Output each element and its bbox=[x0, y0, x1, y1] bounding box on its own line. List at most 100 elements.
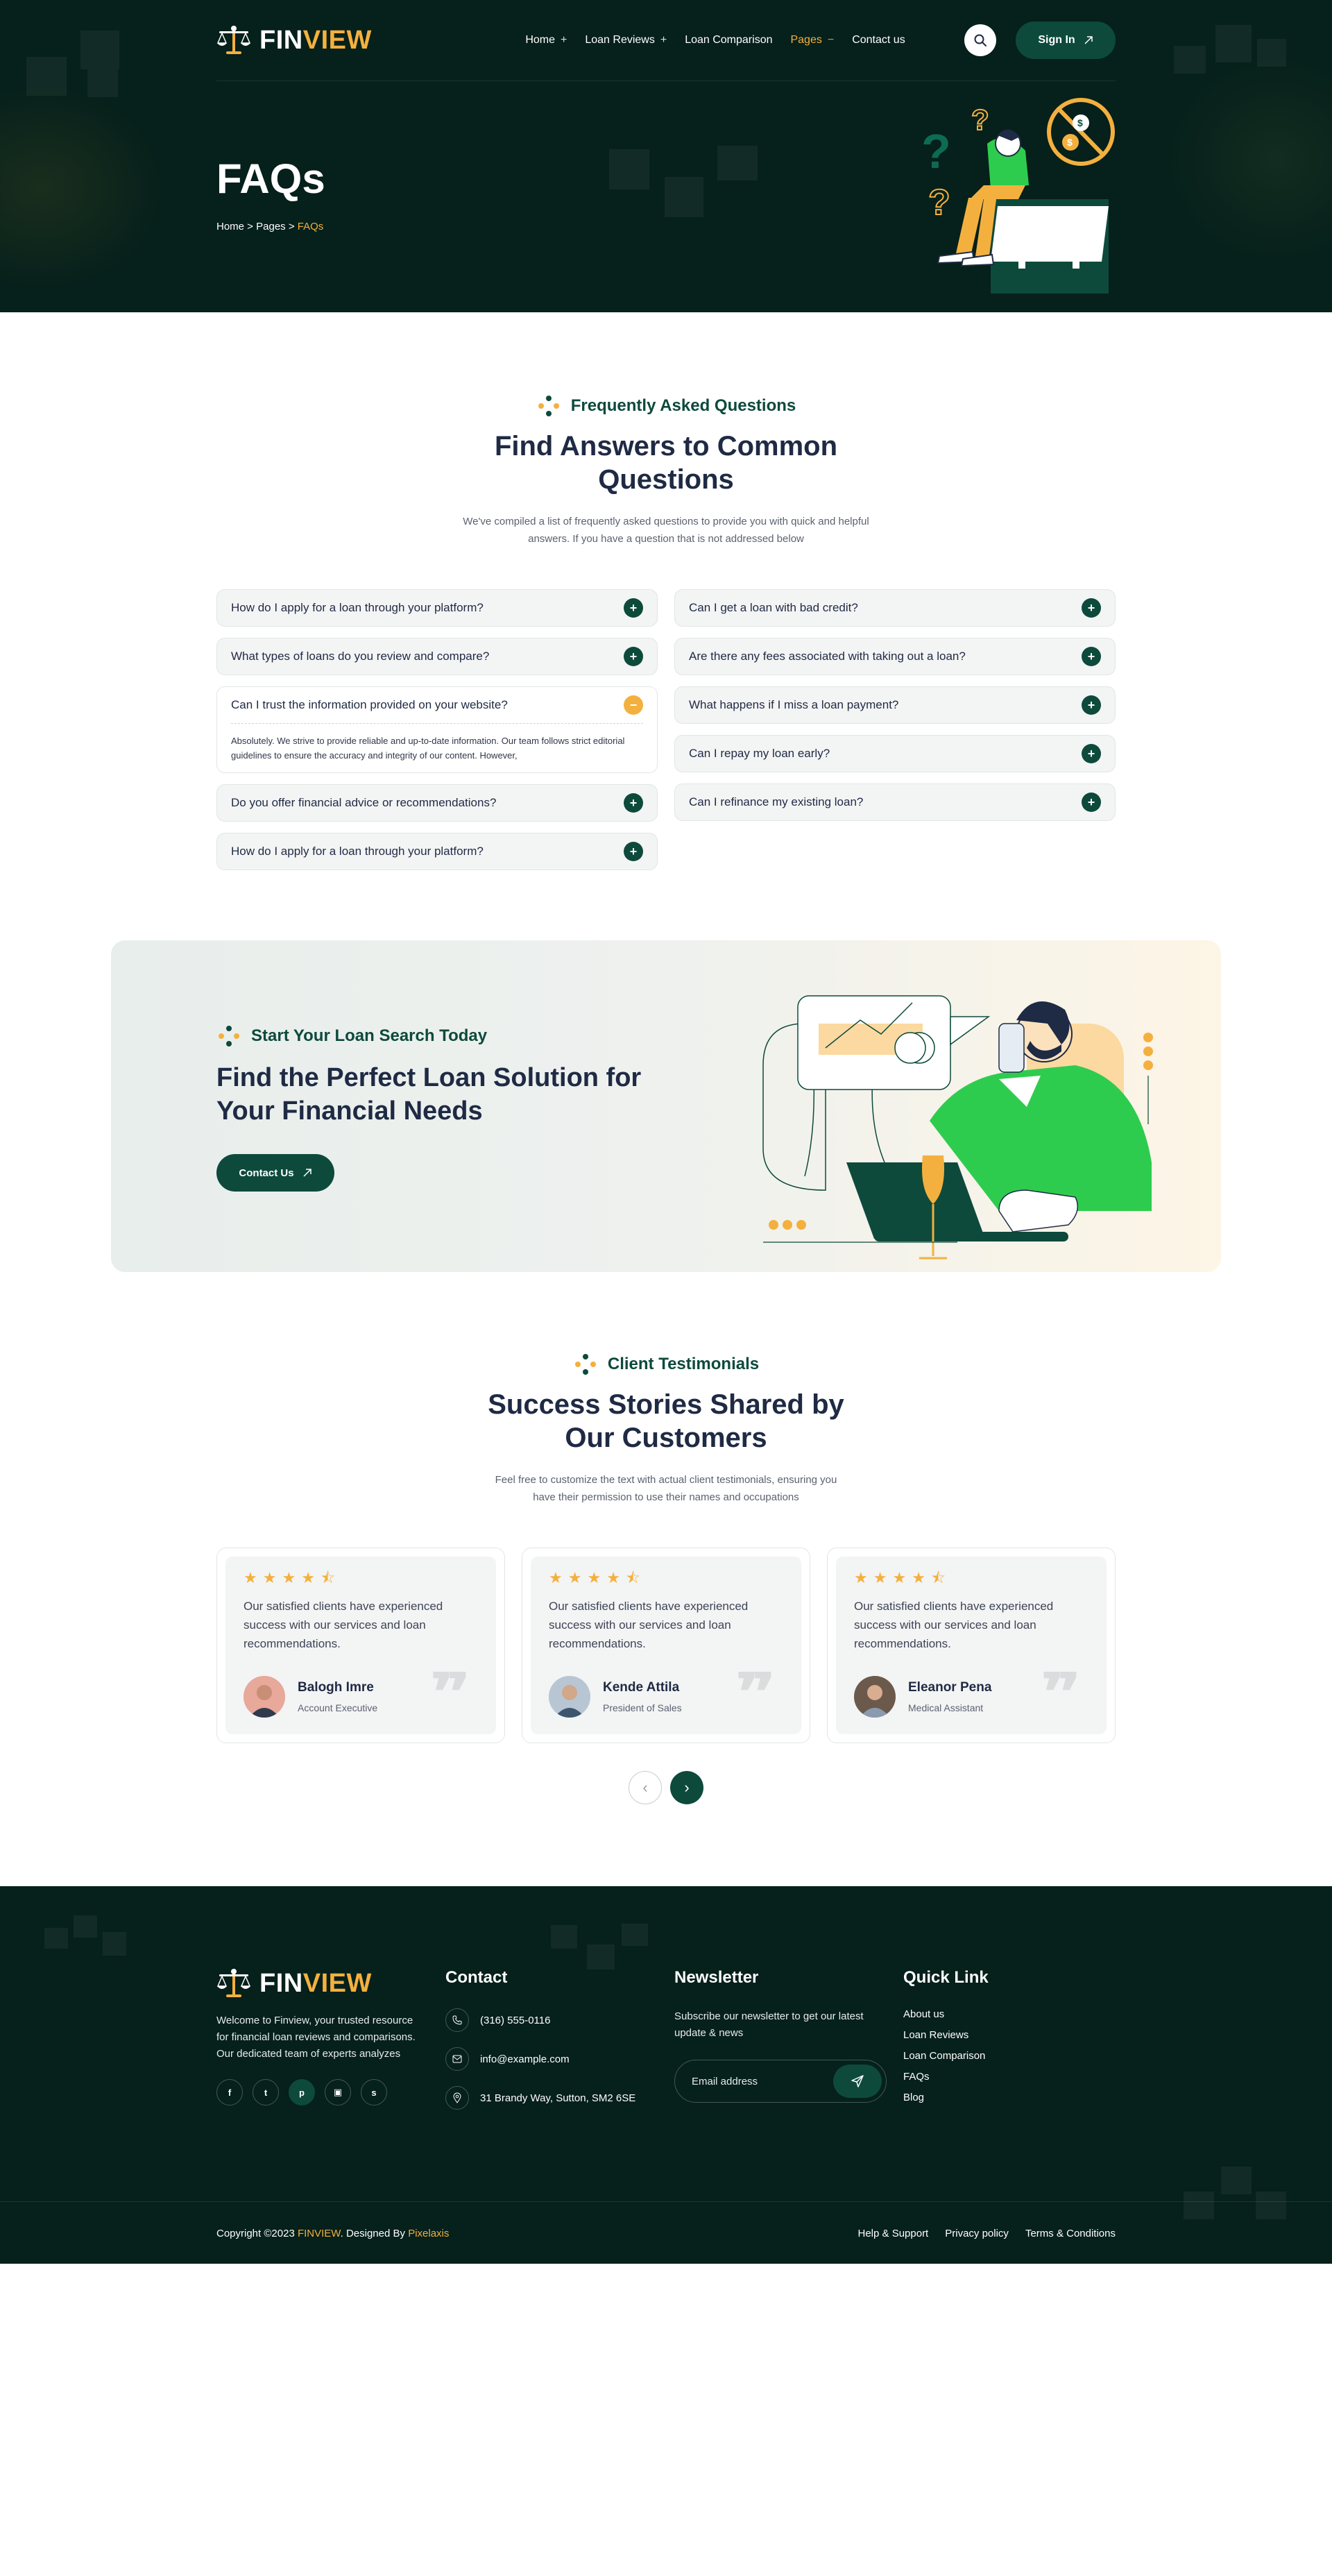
minus-icon[interactable]: − bbox=[624, 695, 643, 715]
footer-about: FINVIEW Welcome to Finview, your trusted… bbox=[216, 1968, 445, 2125]
testimonials-carousel: ★ ★ ★ ★ ⯪ Our satisfied clients have experie… bbox=[216, 1548, 1116, 1743]
faq-answer: Absolutely. We strive to provide reliabl… bbox=[231, 723, 643, 772]
next-button[interactable]: › bbox=[670, 1771, 703, 1804]
scales-logo-icon bbox=[216, 1969, 251, 1997]
faq-item[interactable]: Can I repay my loan early? + bbox=[674, 735, 1116, 772]
footer-link-blog[interactable]: Blog bbox=[903, 2092, 989, 2103]
footer-about-text: Welcome to Finview, your trusted resourc… bbox=[216, 2015, 416, 2060]
quote-icon: ❞ bbox=[430, 1672, 471, 1706]
sign-in-button[interactable]: Sign In bbox=[1016, 22, 1116, 59]
rating-stars: ★ ★ ★ ★ ⯪ bbox=[854, 1570, 1088, 1586]
nav-item-home[interactable]: Home + bbox=[525, 34, 567, 46]
plus-icon[interactable]: + bbox=[624, 842, 643, 861]
plus-icon[interactable]: + bbox=[1082, 647, 1101, 666]
facebook-icon[interactable]: f bbox=[216, 2079, 243, 2105]
footer-link-about[interactable]: About us bbox=[903, 2008, 989, 2020]
search-icon bbox=[974, 34, 987, 46]
hero-section: FINVIEW Home + Loan Reviews + Loan Compari… bbox=[0, 0, 1332, 312]
twitter-icon[interactable]: t bbox=[253, 2079, 279, 2105]
breadcrumb-home[interactable]: Home bbox=[216, 221, 244, 232]
breadcrumb: Home > Pages > FAQs bbox=[216, 221, 324, 232]
brand-logo[interactable]: FINVIEW bbox=[216, 25, 508, 56]
faq-item[interactable]: How do I apply for a loan through your p… bbox=[216, 833, 658, 870]
hero-illustration: $ $ ? ? ? bbox=[921, 98, 1115, 294]
footer-contact: Contact (316) 555-0116 info@example.com … bbox=[445, 1968, 674, 2125]
faq-item[interactable]: Are there any fees associated with takin… bbox=[674, 638, 1116, 675]
star-icon: ★ bbox=[301, 1569, 315, 1586]
privacy-policy-link[interactable]: Privacy policy bbox=[945, 2228, 1009, 2239]
cta-banner: Start Your Loan Search Today Find the Pe… bbox=[111, 940, 1221, 1272]
star-half-icon: ⯪ bbox=[930, 1569, 946, 1586]
footer-link-faqs[interactable]: FAQs bbox=[903, 2071, 989, 2083]
plus-icon[interactable]: + bbox=[1082, 744, 1101, 763]
testimonials-tag: Client Testimonials bbox=[216, 1352, 1116, 1377]
testimonial-card: ★ ★ ★ ★ ⯪ Our satisfied clients have experie… bbox=[216, 1548, 505, 1743]
site-header: FINVIEW Home + Loan Reviews + Loan Compari… bbox=[216, 0, 1116, 81]
contact-phone[interactable]: (316) 555-0116 bbox=[480, 2015, 550, 2026]
footer-newsletter-title: Newsletter bbox=[674, 1968, 759, 1987]
footer-link-loan-comparison[interactable]: Loan Comparison bbox=[903, 2050, 989, 2062]
faq-item[interactable]: Can I get a loan with bad credit? + bbox=[674, 589, 1116, 627]
site-footer: FINVIEW Welcome to Finview, your trusted… bbox=[0, 1886, 1332, 2264]
search-button[interactable] bbox=[964, 24, 996, 56]
faq-item[interactable]: Do you offer financial advice or recomme… bbox=[216, 784, 658, 822]
testimonial-role: President of Sales bbox=[603, 1702, 682, 1713]
plus-icon[interactable]: + bbox=[1082, 695, 1101, 715]
testimonial-text: Our satisfied clients have experienced s… bbox=[244, 1600, 443, 1650]
nav-item-contact[interactable]: Contact us bbox=[852, 34, 905, 46]
social-links: f t p ▣ s bbox=[216, 2079, 445, 2105]
scales-logo-icon bbox=[216, 26, 251, 54]
contact-email[interactable]: info@example.com bbox=[480, 2053, 570, 2065]
plus-icon[interactable]: + bbox=[1082, 793, 1101, 812]
star-icon: ★ bbox=[854, 1569, 868, 1586]
quote-icon: ❞ bbox=[735, 1672, 776, 1706]
faq-item[interactable]: Can I refinance my existing loan? + bbox=[674, 783, 1116, 821]
footer-newsletter: Newsletter Subscribe our newsletter to g… bbox=[674, 1968, 903, 2125]
plus-icon[interactable]: + bbox=[624, 647, 643, 666]
star-icon: ★ bbox=[244, 1569, 257, 1586]
testimonial-card: ★ ★ ★ ★ ⯪ Our satisfied clients have experie… bbox=[522, 1548, 810, 1743]
skype-icon[interactable]: s bbox=[361, 2079, 387, 2105]
help-support-link[interactable]: Help & Support bbox=[858, 2228, 929, 2239]
nav-item-loan-comparison[interactable]: Loan Comparison bbox=[685, 34, 772, 46]
chevron-right-icon: › bbox=[684, 1779, 690, 1796]
faq-item-expanded[interactable]: Can I trust the information provided on … bbox=[216, 686, 658, 773]
contact-us-button[interactable]: Contact Us bbox=[216, 1154, 334, 1192]
testimonial-text: Our satisfied clients have experienced s… bbox=[549, 1600, 749, 1650]
faq-item[interactable]: How do I apply for a loan through your p… bbox=[216, 589, 658, 627]
nav-item-pages[interactable]: Pages − bbox=[790, 34, 834, 46]
testimonial-name: Balogh Imre bbox=[298, 1680, 374, 1695]
faq-item[interactable]: What happens if I miss a loan payment? + bbox=[674, 686, 1116, 724]
rating-stars: ★ ★ ★ ★ ⯪ bbox=[244, 1570, 478, 1586]
dots-icon bbox=[538, 396, 559, 416]
avatar bbox=[244, 1676, 285, 1718]
svg-text:?: ? bbox=[971, 103, 989, 136]
plus-icon[interactable]: + bbox=[624, 598, 643, 618]
arrow-up-right-icon bbox=[1084, 36, 1093, 44]
footer-contact-title: Contact bbox=[445, 1968, 508, 1987]
breadcrumb-current: FAQs bbox=[297, 221, 324, 232]
terms-link[interactable]: Terms & Conditions bbox=[1025, 2228, 1116, 2239]
plus-icon[interactable]: + bbox=[624, 793, 643, 813]
nav-item-loan-reviews[interactable]: Loan Reviews + bbox=[585, 34, 667, 46]
testimonials-section: Client Testimonials Success Stories Shar… bbox=[0, 1352, 1332, 1804]
subscribe-button[interactable] bbox=[833, 2065, 882, 2098]
star-icon: ★ bbox=[549, 1569, 563, 1586]
twitch-icon[interactable]: ▣ bbox=[325, 2079, 351, 2105]
plus-icon[interactable]: + bbox=[1082, 598, 1101, 618]
phone-icon bbox=[445, 2008, 469, 2032]
footer-quick-links: Quick Link About us Loan Reviews Loan Co… bbox=[903, 1968, 989, 2125]
footer-bottom-bar: Copyright ©2023 FINVIEW. Designed By Pix… bbox=[0, 2201, 1332, 2264]
footer-link-loan-reviews[interactable]: Loan Reviews bbox=[903, 2029, 989, 2041]
prev-button[interactable]: ‹ bbox=[629, 1771, 662, 1804]
faq-section: Frequently Asked Questions Find Answers … bbox=[0, 393, 1332, 870]
footer-logo[interactable]: FINVIEW bbox=[216, 1968, 445, 1999]
testimonial-name: Eleanor Pena bbox=[908, 1680, 992, 1695]
email-input[interactable] bbox=[692, 2075, 830, 2087]
avatar bbox=[549, 1676, 590, 1718]
pinterest-icon[interactable]: p bbox=[289, 2079, 315, 2105]
designer-link[interactable]: Pixelaxis bbox=[408, 2228, 449, 2239]
faq-item[interactable]: What types of loans do you review and co… bbox=[216, 638, 658, 675]
faq-list: How do I apply for a loan through your p… bbox=[216, 589, 1116, 870]
breadcrumb-pages[interactable]: Pages bbox=[256, 221, 286, 232]
